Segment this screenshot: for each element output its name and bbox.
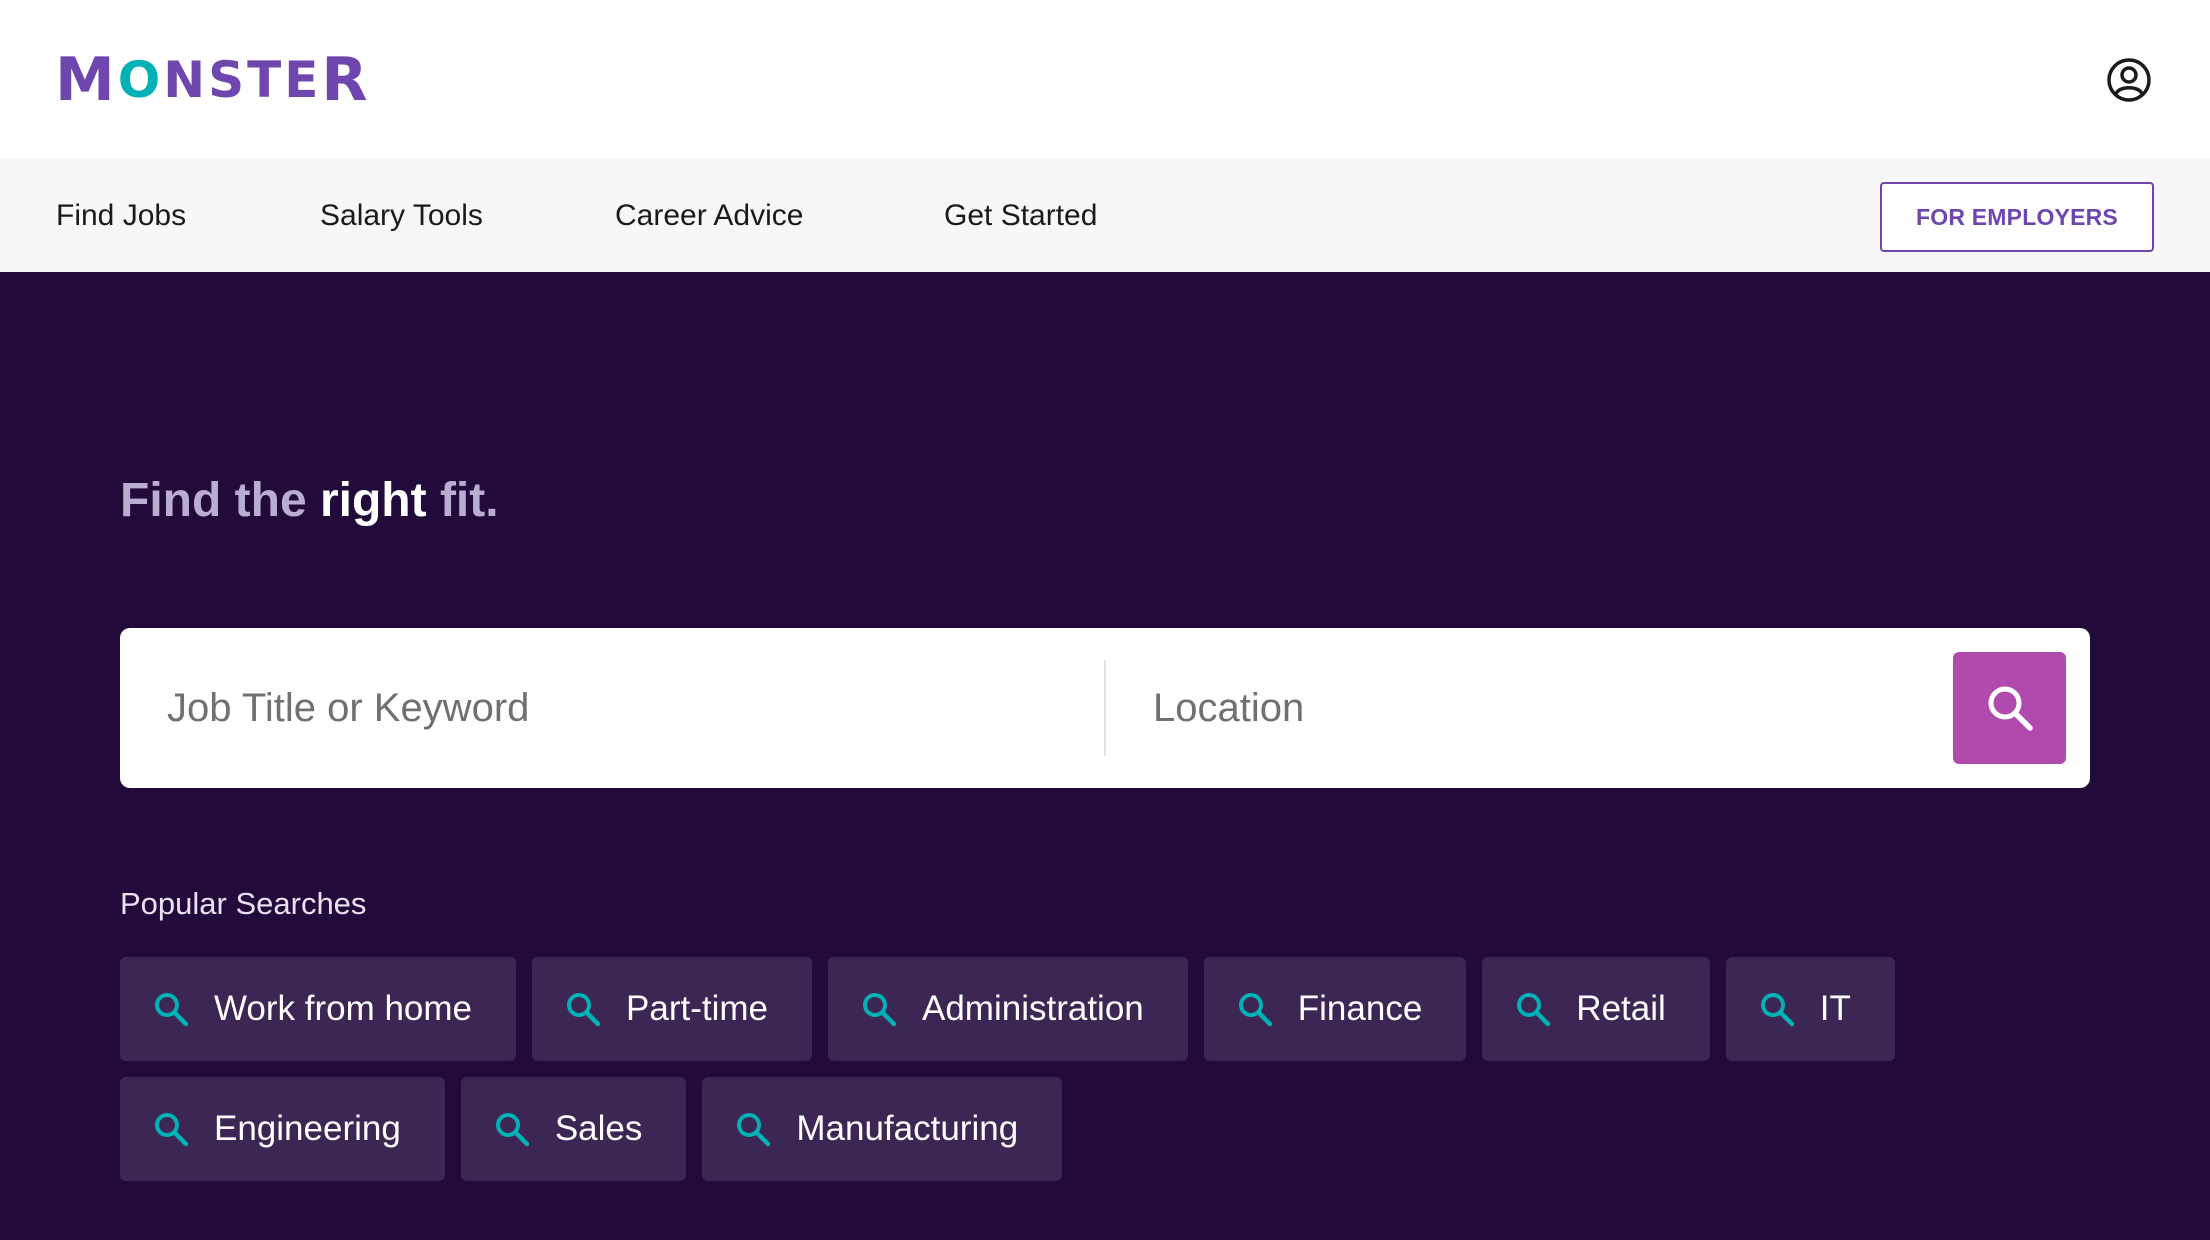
chip-label: Finance xyxy=(1297,989,1423,1028)
job-search-box xyxy=(120,628,2090,788)
search-icon xyxy=(1988,686,2033,731)
chip-label: Retail xyxy=(1576,989,1666,1028)
search-icon xyxy=(564,990,602,1028)
chip-label: Engineering xyxy=(214,1109,401,1148)
popular-search-part-time[interactable]: Part-time xyxy=(532,957,812,1061)
tagline-part2: fit. xyxy=(426,474,499,527)
popular-search-work-from-home[interactable]: Work from home xyxy=(120,957,517,1061)
search-icon xyxy=(152,990,190,1028)
popular-searches-row-2: Engineering Sales Manufacturing xyxy=(120,1077,1063,1181)
location-input[interactable] xyxy=(1153,652,1933,764)
for-employers-button[interactable]: FOR EMPLOYERS xyxy=(1880,182,2154,252)
hero-tagline: Find the right fit. xyxy=(120,472,499,530)
popular-search-finance[interactable]: Finance xyxy=(1203,957,1467,1061)
chip-label: Part-time xyxy=(626,989,768,1028)
search-icon xyxy=(734,1110,772,1148)
nav-get-started[interactable]: Get Started xyxy=(944,159,1097,272)
nav-salary-tools[interactable]: Salary Tools xyxy=(320,159,483,272)
search-button[interactable] xyxy=(1953,652,2066,764)
search-icon xyxy=(860,990,898,1028)
search-icon xyxy=(1236,990,1274,1028)
tagline-part1: Find the xyxy=(120,474,320,527)
monster-logo[interactable]: M O NSTE R xyxy=(55,48,371,112)
search-icon xyxy=(1514,990,1552,1028)
popular-search-engineering[interactable]: Engineering xyxy=(120,1077,445,1181)
top-header: M O NSTE R xyxy=(0,0,2210,159)
nav-find-jobs[interactable]: Find Jobs xyxy=(56,159,186,272)
search-icon xyxy=(1758,990,1796,1028)
job-keyword-input[interactable] xyxy=(167,652,1067,764)
hero-section: Find the right fit. Popular Searches Wor… xyxy=(0,272,2210,1240)
search-icon xyxy=(493,1110,531,1148)
popular-search-sales[interactable]: Sales xyxy=(460,1077,687,1181)
main-nav: Find Jobs Salary Tools Career Advice Get… xyxy=(0,159,2210,272)
chip-label: Work from home xyxy=(214,989,473,1028)
popular-search-retail[interactable]: Retail xyxy=(1482,957,1710,1061)
popular-searches-row-1: Work from home Part-time Administration … xyxy=(120,957,1895,1061)
popular-search-administration[interactable]: Administration xyxy=(828,957,1188,1061)
tagline-highlight: right xyxy=(319,474,427,527)
chip-label: Sales xyxy=(554,1109,643,1148)
user-circle-icon xyxy=(2107,58,2151,102)
popular-search-it[interactable]: IT xyxy=(1725,957,1895,1061)
chip-label: Manufacturing xyxy=(796,1109,1019,1148)
nav-career-advice[interactable]: Career Advice xyxy=(615,159,803,272)
popular-searches-label: Popular Searches xyxy=(120,886,367,921)
search-icon xyxy=(152,1110,190,1148)
popular-search-manufacturing[interactable]: Manufacturing xyxy=(702,1077,1063,1181)
account-button[interactable] xyxy=(2106,57,2152,103)
chip-label: IT xyxy=(1819,989,1851,1028)
search-divider xyxy=(1104,660,1106,756)
chip-label: Administration xyxy=(922,989,1144,1028)
